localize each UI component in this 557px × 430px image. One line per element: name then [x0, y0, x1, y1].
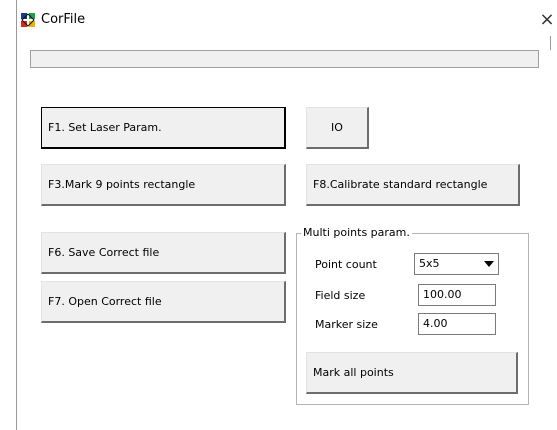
close-icon: ×	[539, 9, 555, 30]
corfile-window: CorFile × F1. Set Laser Param. IO F3.Mar…	[0, 0, 557, 430]
point-count-label: Point count	[315, 258, 377, 271]
window-left-border	[16, 0, 17, 430]
point-count-select[interactable]: 5x5	[414, 253, 499, 275]
set-laser-param-label: F1. Set Laser Param.	[48, 121, 162, 134]
progress-bar	[30, 50, 539, 68]
marker-size-label: Marker size	[315, 318, 378, 331]
mark-all-points-button[interactable]: Mark all points	[306, 352, 518, 394]
mark-9-points-button[interactable]: F3.Mark 9 points rectangle	[41, 164, 286, 206]
chevron-down-icon	[484, 261, 494, 267]
window-title: CorFile	[41, 12, 86, 27]
open-correct-file-button[interactable]: F7. Open Correct file	[41, 281, 286, 323]
mark-9-points-label: F3.Mark 9 points rectangle	[48, 178, 196, 191]
multi-points-group-label: Multi points param.	[301, 226, 412, 240]
io-button[interactable]: IO	[306, 107, 369, 149]
calibrate-rectangle-button[interactable]: F8.Calibrate standard rectangle	[306, 164, 520, 206]
marker-size-value: 4.00	[423, 317, 448, 330]
field-size-label: Field size	[315, 289, 366, 302]
save-correct-file-button[interactable]: F6. Save Correct file	[41, 232, 286, 274]
save-correct-file-label: F6. Save Correct file	[48, 246, 160, 259]
field-size-input[interactable]: 100.00	[418, 284, 496, 306]
mark-all-points-label: Mark all points	[313, 366, 394, 379]
io-label: IO	[331, 121, 343, 134]
title-bar: CorFile ×	[17, 0, 557, 36]
open-correct-file-label: F7. Open Correct file	[48, 295, 162, 308]
app-icon	[21, 13, 35, 27]
point-count-value: 5x5	[419, 257, 440, 270]
marker-size-input[interactable]: 4.00	[418, 313, 496, 335]
set-laser-param-button[interactable]: F1. Set Laser Param.	[41, 107, 286, 149]
calibrate-rectangle-label: F8.Calibrate standard rectangle	[313, 178, 488, 191]
field-size-value: 100.00	[423, 288, 462, 301]
close-button[interactable]: ×	[533, 8, 557, 32]
